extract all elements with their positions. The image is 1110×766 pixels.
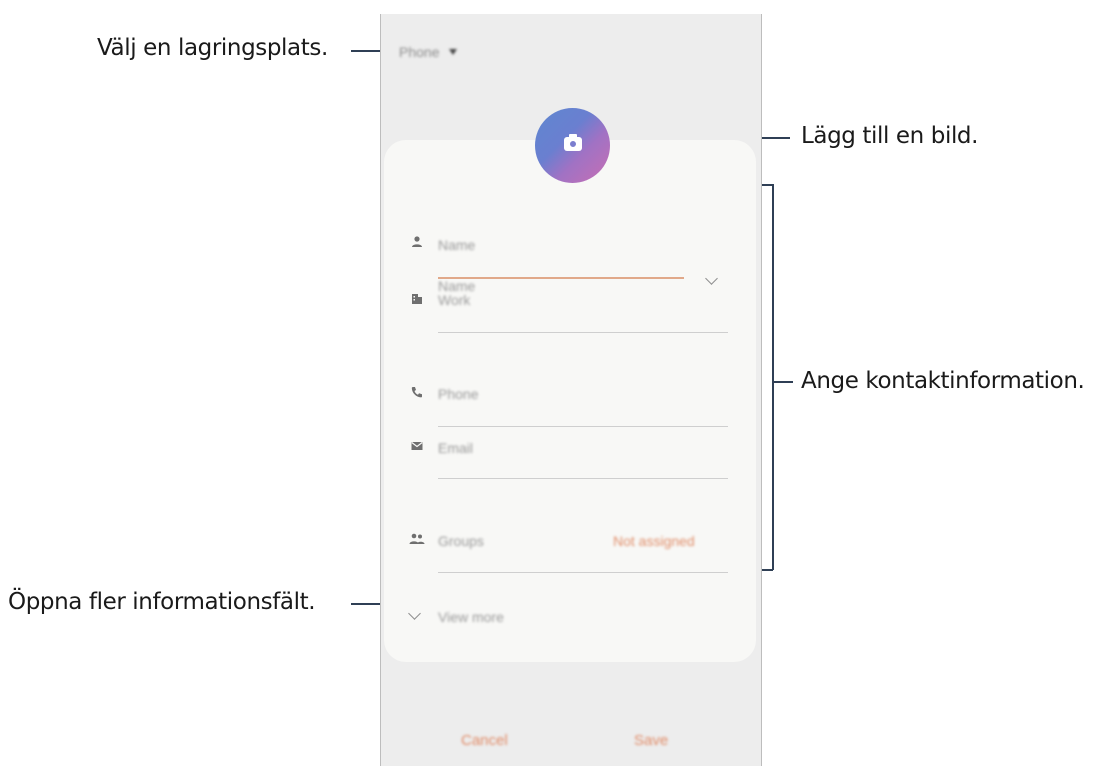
envelope-icon xyxy=(411,442,423,450)
save-button[interactable]: Save xyxy=(634,732,668,749)
add-photo-button[interactable] xyxy=(535,108,610,183)
work-field[interactable]: Work xyxy=(438,292,470,308)
work-underline xyxy=(438,332,728,333)
storage-label: Phone xyxy=(399,44,440,60)
person-icon xyxy=(412,236,422,247)
callout-photo: Lägg till en bild. xyxy=(801,123,979,149)
groups-value[interactable]: Not assigned xyxy=(613,533,695,549)
bracket-contact-vertical xyxy=(772,184,774,570)
name-section-label: Name xyxy=(438,237,476,253)
callout-line-contact xyxy=(773,381,793,383)
groups-underline xyxy=(438,572,728,573)
groups-field[interactable]: Groups xyxy=(438,533,484,549)
name-input-underline xyxy=(438,277,684,279)
storage-selector[interactable]: Phone xyxy=(399,44,458,60)
people-icon xyxy=(409,533,425,544)
callout-more-fields: Öppna fler informationsfält. xyxy=(8,589,316,615)
email-field[interactable]: Email xyxy=(438,440,473,456)
phone-field[interactable]: Phone xyxy=(438,386,478,402)
email-underline xyxy=(438,478,728,479)
view-more-link[interactable]: View more xyxy=(438,609,504,625)
phone-underline xyxy=(438,426,728,427)
building-icon xyxy=(412,294,422,304)
cancel-button[interactable]: Cancel xyxy=(461,732,508,749)
phone-icon xyxy=(411,387,422,398)
camera-icon xyxy=(564,134,582,151)
contact-form-card: Name Name Work Phone Email Groups Not as… xyxy=(384,140,756,662)
phone-screen: Phone Name Name Work Phone Email Groups … xyxy=(380,14,762,766)
caret-down-icon xyxy=(449,49,458,55)
callout-storage: Välj en lagringsplats. xyxy=(97,35,328,61)
chevron-down-icon[interactable] xyxy=(705,272,718,285)
chevron-down-icon[interactable] xyxy=(408,607,421,620)
callout-contact-info: Ange kontaktinformation. xyxy=(801,368,1085,394)
